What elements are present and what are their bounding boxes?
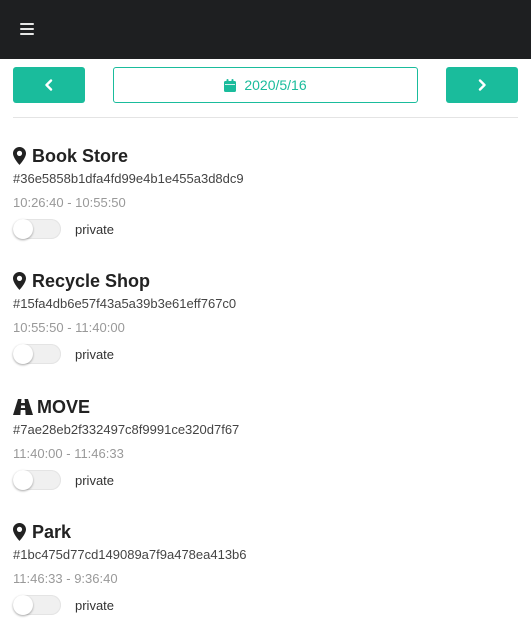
entry-time-range: 10:55:50 - 11:40:00 [13, 320, 125, 335]
map-marker-icon [13, 147, 26, 165]
entry-title[interactable]: Park [32, 522, 71, 543]
private-toggle[interactable] [13, 470, 61, 490]
date-picker-button[interactable]: 2020/5/16 [113, 67, 418, 103]
entry-time-range: 11:46:33 - 9:36:40 [13, 571, 118, 586]
hamburger-icon[interactable] [20, 23, 34, 35]
toggle-knob [13, 219, 33, 239]
entry-time-range: 10:26:40 - 10:55:50 [13, 195, 126, 210]
chevron-left-icon [45, 79, 53, 91]
timeline-entry: Park #1bc475d77cd149089a7f9a478ea413b6 1… [13, 520, 513, 616]
private-label: private [75, 597, 115, 613]
entry-title[interactable]: Recycle Shop [32, 271, 150, 292]
entry-id: #7ae28eb2f332497c8f9991ce320d7f67 [13, 422, 240, 437]
next-day-button[interactable] [446, 67, 518, 103]
entry-title[interactable]: MOVE [37, 397, 90, 418]
entry-id: #1bc475d77cd149089a7f9a478ea413b6 [13, 547, 247, 562]
previous-day-button[interactable] [13, 67, 85, 103]
map-marker-icon [13, 272, 26, 290]
divider [13, 117, 518, 118]
top-navbar [0, 0, 531, 59]
entry-id: #36e5858b1dfa4fd99e4b1e455a3d8dc9 [13, 171, 244, 186]
map-marker-icon [13, 523, 26, 541]
entry-id: #15fa4db6e57f43a5a39b3e61eff767c0 [13, 296, 237, 311]
timeline-entry: Recycle Shop #15fa4db6e57f43a5a39b3e61ef… [13, 269, 513, 365]
private-label: private [75, 221, 115, 237]
entry-time-range: 11:40:00 - 11:46:33 [13, 446, 124, 461]
calendar-icon [224, 78, 237, 92]
timeline-entry: MOVE #7ae28eb2f332497c8f9991ce320d7f67 1… [13, 395, 513, 491]
toggle-knob [13, 470, 33, 490]
timeline-entry: Book Store #36e5858b1dfa4fd99e4b1e455a3d… [13, 144, 513, 240]
road-icon [13, 399, 33, 415]
private-toggle[interactable] [13, 344, 61, 364]
toggle-knob [13, 344, 33, 364]
date-label: 2020/5/16 [244, 77, 307, 93]
private-label: private [75, 472, 115, 488]
private-toggle[interactable] [13, 595, 61, 615]
entry-title[interactable]: Book Store [32, 146, 128, 167]
chevron-right-icon [478, 79, 486, 91]
private-toggle[interactable] [13, 219, 61, 239]
private-label: private [75, 346, 115, 362]
toggle-knob [13, 595, 33, 615]
